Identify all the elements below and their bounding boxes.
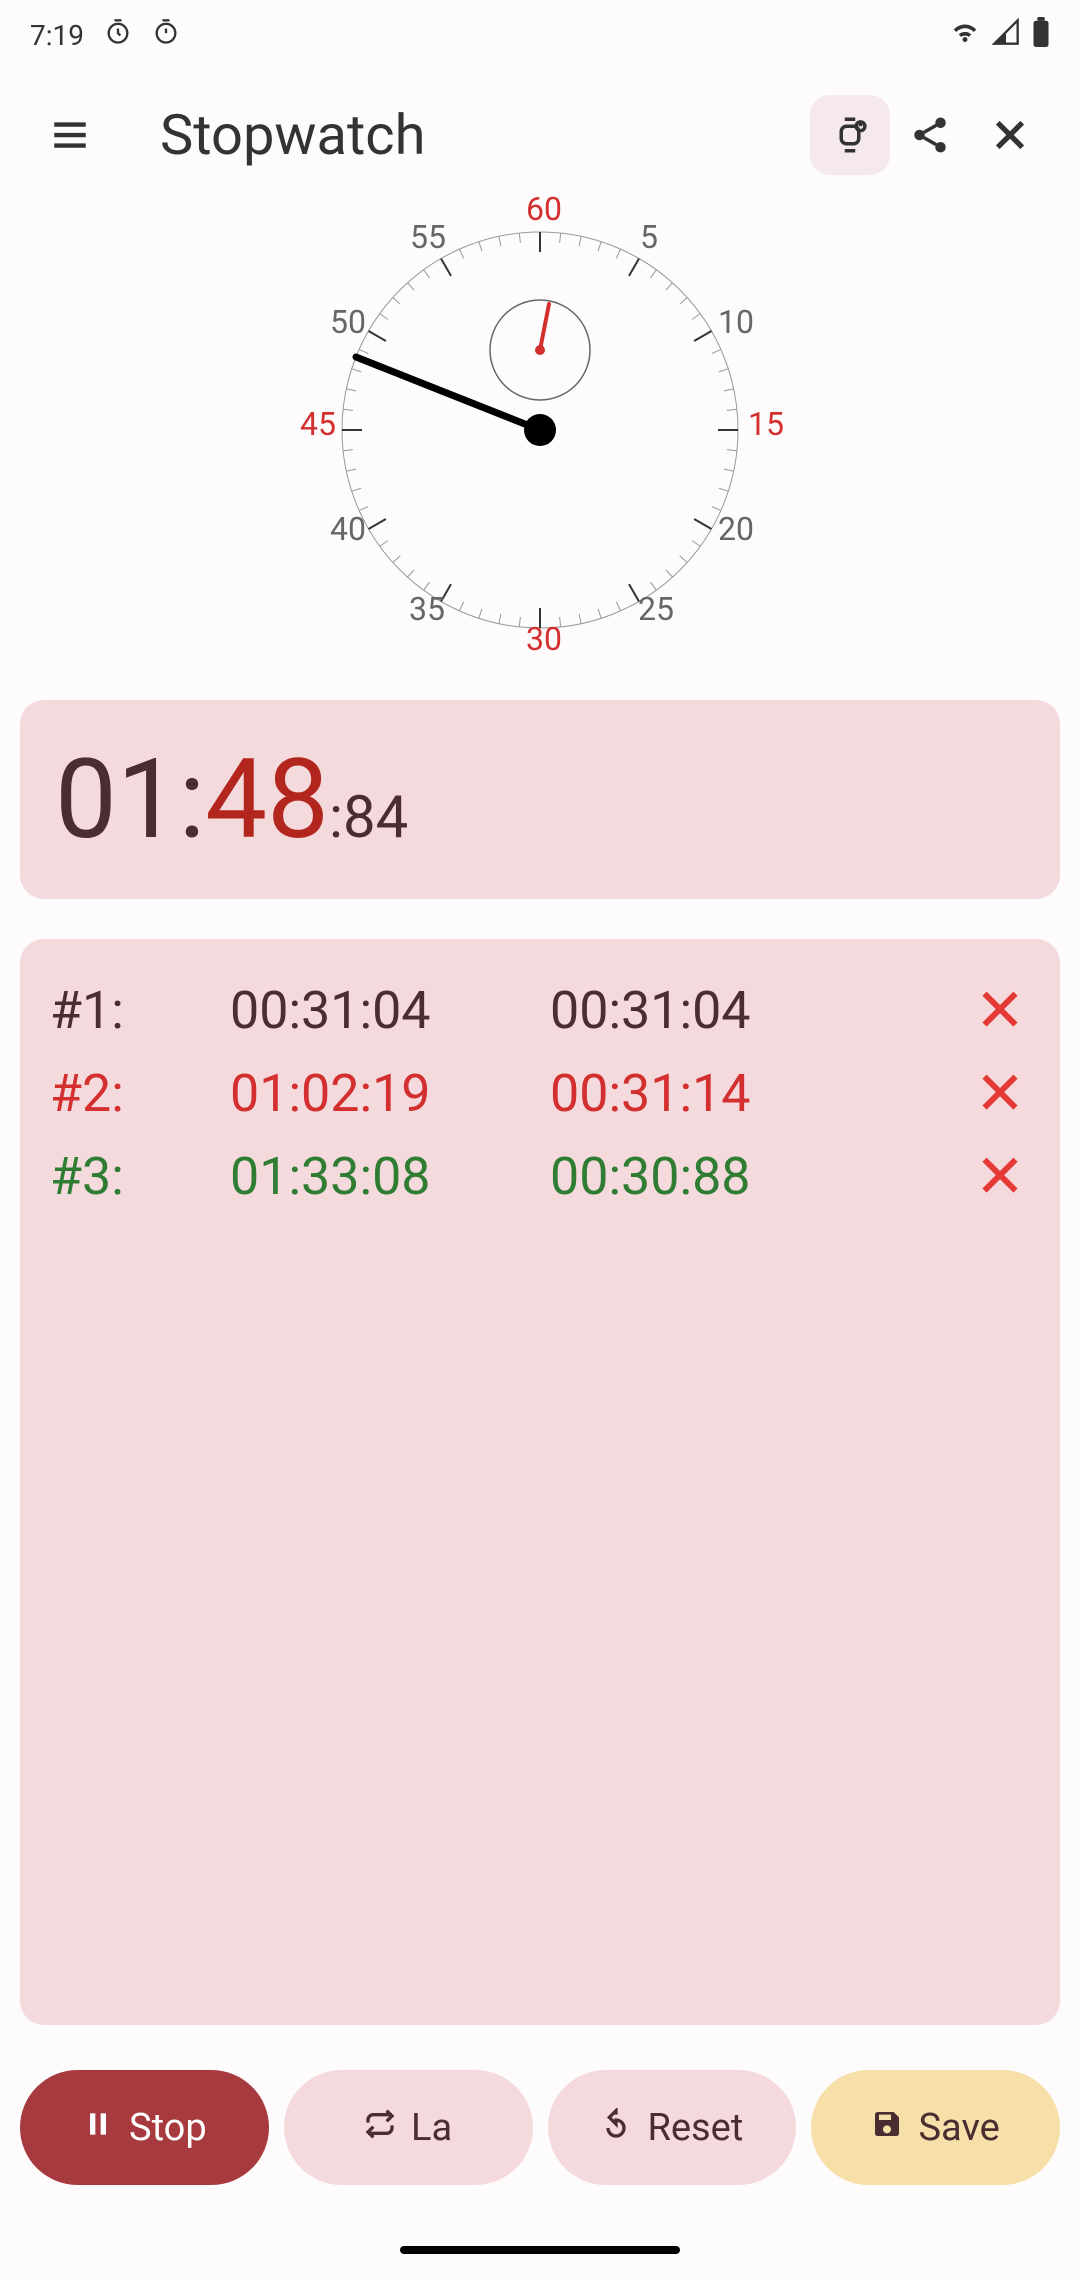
clock-label-50: 50 <box>330 303 366 341</box>
save-icon <box>871 2106 903 2150</box>
signal-icon <box>992 18 1020 53</box>
time-colon2: : <box>329 784 343 852</box>
lap-time: 01:02:19 <box>230 1063 500 1124</box>
delete-lap-icon[interactable]: ✕ <box>970 1058 1030 1129</box>
lap-split: 00:31:14 <box>550 1063 920 1124</box>
header: Stopwatch <box>0 70 1080 200</box>
reset-button[interactable]: Reset <box>548 2070 797 2185</box>
clock-label-45: 45 <box>300 405 336 443</box>
menu-button[interactable] <box>30 95 110 175</box>
status-time: 7:19 <box>30 19 84 52</box>
nav-handle[interactable] <box>400 2246 680 2254</box>
watch-button[interactable] <box>810 95 890 175</box>
page-title: Stopwatch <box>160 102 810 168</box>
laps-list: #1: 00:31:04 00:31:04 ✕ #2: 01:02:19 00:… <box>20 939 1060 2025</box>
lap-label: La <box>411 2106 452 2150</box>
lap-row: #2: 01:02:19 00:31:14 ✕ <box>50 1052 1030 1135</box>
clock-label-40: 40 <box>330 510 366 548</box>
clock-label-60: 60 <box>526 190 562 228</box>
delete-lap-icon[interactable]: ✕ <box>970 1141 1030 1212</box>
lap-split: 00:31:04 <box>550 980 920 1041</box>
status-bar: 7:19 <box>0 0 1080 70</box>
lap-num: #1: <box>50 980 180 1041</box>
clock-label-20: 20 <box>718 510 754 548</box>
lap-button[interactable]: La <box>284 2070 533 2185</box>
save-button[interactable]: Save <box>811 2070 1060 2185</box>
undo-icon <box>600 2106 632 2150</box>
lap-time: 00:31:04 <box>230 980 500 1041</box>
clock-label-25: 25 <box>638 590 674 628</box>
action-bar: Stop La Reset Save <box>0 2045 1080 2220</box>
share-button[interactable] <box>890 95 970 175</box>
repeat-icon <box>364 2106 396 2150</box>
lap-time: 01:33:08 <box>230 1146 500 1207</box>
battery-icon <box>1032 17 1050 54</box>
analog-clock: 60 5 10 15 20 25 30 35 40 45 50 55 <box>0 200 1080 680</box>
lap-row: #1: 00:31:04 00:31:04 ✕ <box>50 969 1030 1052</box>
clock-label-35: 35 <box>409 590 445 628</box>
clock-label-55: 55 <box>410 218 446 256</box>
save-label: Save <box>918 2106 999 2150</box>
clock-label-10: 10 <box>718 303 754 341</box>
clock-label-15: 15 <box>748 405 784 443</box>
time-seconds: 48 <box>205 735 329 864</box>
nav-bar <box>0 2220 1080 2280</box>
pause-icon <box>82 2106 114 2150</box>
time-minutes: 01 <box>55 735 179 864</box>
stopwatch-icon <box>152 18 180 53</box>
clock-label-30: 30 <box>526 620 562 658</box>
lap-num: #3: <box>50 1146 180 1207</box>
stop-label: Stop <box>129 2106 207 2150</box>
time-ms: 84 <box>343 784 408 852</box>
wifi-icon <box>950 17 980 54</box>
clock-label-5: 5 <box>640 218 658 256</box>
time-display: 01 : 48 : 84 <box>20 700 1060 899</box>
lap-split: 00:30:88 <box>550 1146 920 1207</box>
close-button[interactable] <box>970 95 1050 175</box>
lap-num: #2: <box>50 1063 180 1124</box>
reset-label: Reset <box>647 2106 743 2150</box>
stop-button[interactable]: Stop <box>20 2070 269 2185</box>
timer-icon <box>104 18 132 53</box>
delete-lap-icon[interactable]: ✕ <box>970 975 1030 1046</box>
lap-row: #3: 01:33:08 00:30:88 ✕ <box>50 1135 1030 1218</box>
time-colon1: : <box>179 735 206 864</box>
